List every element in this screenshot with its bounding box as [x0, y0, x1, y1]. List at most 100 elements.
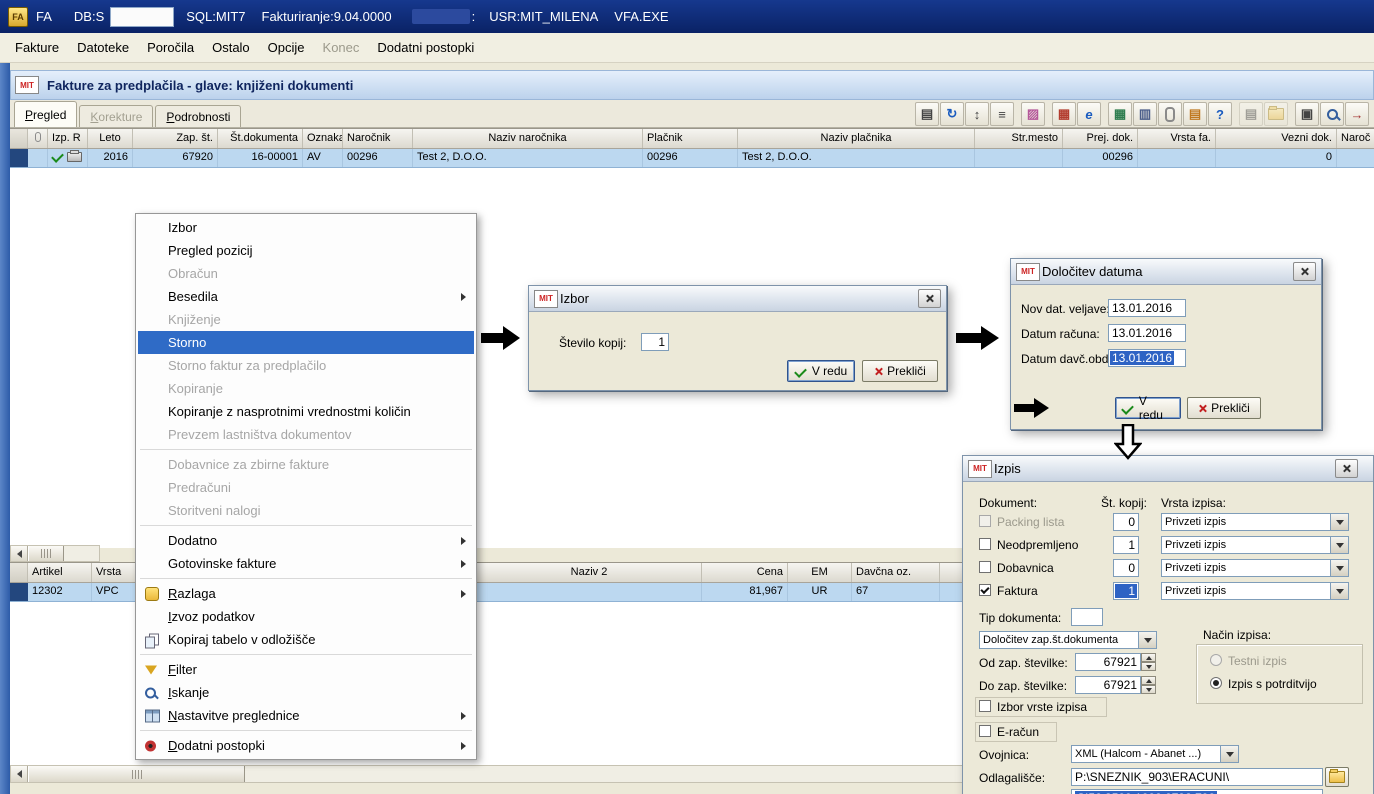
menu-item-storno[interactable]: Storno [138, 331, 474, 354]
menu-item-nastavitve-preglednice[interactable]: Nastavitve preglednice [138, 704, 474, 727]
chevron-down-icon[interactable] [1330, 559, 1349, 577]
ovojnica-dropdown[interactable]: XML (Halcom - Abanet ...) [1071, 745, 1239, 763]
menu-fakture[interactable]: Fakture [6, 35, 68, 60]
faktura-copies-input[interactable]: 1 [1113, 582, 1139, 600]
packing-lista-copies-input[interactable]: 0 [1113, 513, 1139, 531]
scroll-left-button[interactable] [11, 546, 28, 561]
menu-item-izvoz-podatkov[interactable]: Izvoz podatkov [138, 605, 474, 628]
column-header-str-mesto[interactable]: Str.mesto [975, 129, 1063, 148]
row-selector[interactable] [10, 583, 28, 601]
menu-item-kopiraj-tabelo[interactable]: Kopiraj tabelo v odložišče [138, 628, 474, 651]
glavni-trr-input[interactable]: SI56 3500 1000 0792 790 [1071, 789, 1323, 794]
column-header-vrsta-fa[interactable]: Vrsta fa. [1138, 129, 1216, 148]
tip-dokumenta-input[interactable] [1071, 608, 1103, 626]
chevron-down-icon[interactable] [1330, 536, 1349, 554]
faktura-checkbox[interactable] [979, 584, 991, 596]
column-header-artikel[interactable]: Artikel [28, 563, 92, 582]
datum-davcnega-obdobja-input[interactable]: 13.01.2016 [1108, 349, 1186, 367]
dialog-titlebar[interactable]: MIT Določitev datuma [1011, 259, 1321, 285]
ok-button[interactable]: V redu [1115, 394, 1181, 422]
notes-icon[interactable]: ▤ [1183, 102, 1207, 126]
menu-ostalo[interactable]: Ostalo [203, 35, 259, 60]
menu-datoteke[interactable]: Datoteke [68, 35, 138, 60]
chevron-down-icon[interactable] [1330, 513, 1349, 531]
scroll-thumb[interactable] [28, 766, 245, 782]
menu-item-besedila[interactable]: Besedila [138, 285, 474, 308]
scroll-left-button[interactable] [11, 766, 28, 782]
row-selector[interactable] [10, 149, 28, 167]
scroll-thumb[interactable] [28, 546, 64, 561]
browse-folder-button[interactable] [1325, 767, 1349, 787]
menu-item-iskanje[interactable]: Iskanje [138, 681, 474, 704]
exit-icon[interactable]: → [1345, 102, 1369, 126]
menu-item-gotovinske-fakture[interactable]: Gotovinske fakture [138, 552, 474, 575]
to-seq-input[interactable]: 67921 [1075, 676, 1141, 694]
copy-table-icon[interactable]: ▥ [1133, 102, 1157, 126]
attach-icon[interactable] [1158, 102, 1182, 126]
izbor-vrste-checkbox[interactable] [979, 700, 991, 712]
menu-item-izbor[interactable]: Izbor [138, 216, 474, 239]
menu-item-filter[interactable]: Filter [138, 658, 474, 681]
close-button[interactable] [918, 289, 941, 308]
column-header-zap-st[interactable]: Zap. št. [133, 129, 218, 148]
help-icon[interactable]: ? [1208, 102, 1232, 126]
odlagalisce-input[interactable]: P:\SNEZNIK_903\ERACUNI\ [1071, 768, 1323, 786]
spin-up-icon[interactable] [1141, 676, 1156, 685]
refresh-icon[interactable]: ↻ [940, 102, 964, 126]
calendar-icon[interactable]: ▦ [1052, 102, 1076, 126]
neodpremljeno-checkbox[interactable] [979, 538, 991, 550]
chevron-down-icon[interactable] [1220, 745, 1239, 763]
spin-down-icon[interactable] [1141, 662, 1156, 671]
menu-opcije[interactable]: Opcije [259, 35, 314, 60]
cancel-button[interactable]: Prekliči [862, 360, 938, 382]
packing-lista-type-dropdown[interactable]: Privzeti izpis [1161, 513, 1349, 531]
column-header-leto[interactable]: Leto [88, 129, 133, 148]
column-header-st-dokumenta[interactable]: Št.dokumenta [218, 129, 303, 148]
close-button[interactable] [1335, 459, 1358, 478]
chevron-down-icon[interactable] [1138, 631, 1157, 649]
faktura-type-dropdown[interactable]: Privzeti izpis [1161, 582, 1349, 600]
tab-podrobnosti[interactable]: Podrobnosti [155, 105, 242, 127]
to-seq-spinner[interactable] [1141, 676, 1156, 694]
nov-datum-veljave-input[interactable]: 13.01.2016 [1108, 299, 1186, 317]
dobavnica-copies-input[interactable]: 0 [1113, 559, 1139, 577]
spin-up-icon[interactable] [1141, 653, 1156, 662]
column-header-vezni-dok[interactable]: Vezni dok. [1216, 129, 1337, 148]
ok-button[interactable]: V redu [787, 360, 855, 382]
dobavnica-checkbox[interactable] [979, 561, 991, 573]
column-header-prej-dok[interactable]: Prej. dok. [1063, 129, 1138, 148]
column-header-naziv2[interactable]: Naziv 2 [477, 563, 702, 582]
column-header-naziv-placnika[interactable]: Naziv plačnika [738, 129, 975, 148]
printer-icon[interactable]: ▣ [1295, 102, 1319, 126]
browser-icon[interactable]: e [1077, 102, 1101, 126]
neodpremljeno-type-dropdown[interactable]: Privzeti izpis [1161, 536, 1349, 554]
column-header-naroc[interactable]: Naroč [1337, 129, 1374, 148]
datum-racuna-input[interactable]: 13.01.2016 [1108, 324, 1186, 342]
column-header-izp-r[interactable]: Izp. R [48, 129, 88, 148]
column-header-placnik[interactable]: Plačnik [643, 129, 738, 148]
menu-item-razlaga[interactable]: Razlaga [138, 582, 474, 605]
column-header-cena[interactable]: Cena [702, 563, 788, 582]
dialog-titlebar[interactable]: MIT Izpis [963, 456, 1373, 482]
attachment-column-header[interactable] [28, 129, 48, 148]
menu-dodatni-postopki[interactable]: Dodatni postopki [368, 35, 483, 60]
column-header-oznaka[interactable]: Oznaka [303, 129, 343, 148]
seq-number-dropdown[interactable]: Določitev zap.št.dokumenta [979, 631, 1157, 649]
close-button[interactable] [1293, 262, 1316, 281]
column-header-em[interactable]: EM [788, 563, 852, 582]
menu-porocila[interactable]: Poročila [138, 35, 203, 60]
column-header-naziv-narocnika[interactable]: Naziv naročnika [413, 129, 643, 148]
menu-item-dodatno[interactable]: Dodatno [138, 529, 474, 552]
chevron-down-icon[interactable] [1330, 582, 1349, 600]
from-seq-spinner[interactable] [1141, 653, 1156, 671]
report-icon[interactable]: ▤ [915, 102, 939, 126]
column-header-davcna-oz[interactable]: Davčna oz. [852, 563, 940, 582]
search-icon[interactable] [1320, 102, 1344, 126]
dialog-titlebar[interactable]: MIT Izbor [529, 286, 946, 312]
copies-input[interactable]: 1 [641, 333, 669, 351]
table-row[interactable]: 2016 67920 16-00001 AV 00296 Test 2, D.O… [10, 149, 1374, 168]
column-header-narocnik[interactable]: Naročnik [343, 129, 413, 148]
dobavnica-type-dropdown[interactable]: Privzeti izpis [1161, 559, 1349, 577]
tab-pregled[interactable]: Pregled [14, 101, 78, 127]
clear-icon[interactable]: ▨ [1021, 102, 1045, 126]
